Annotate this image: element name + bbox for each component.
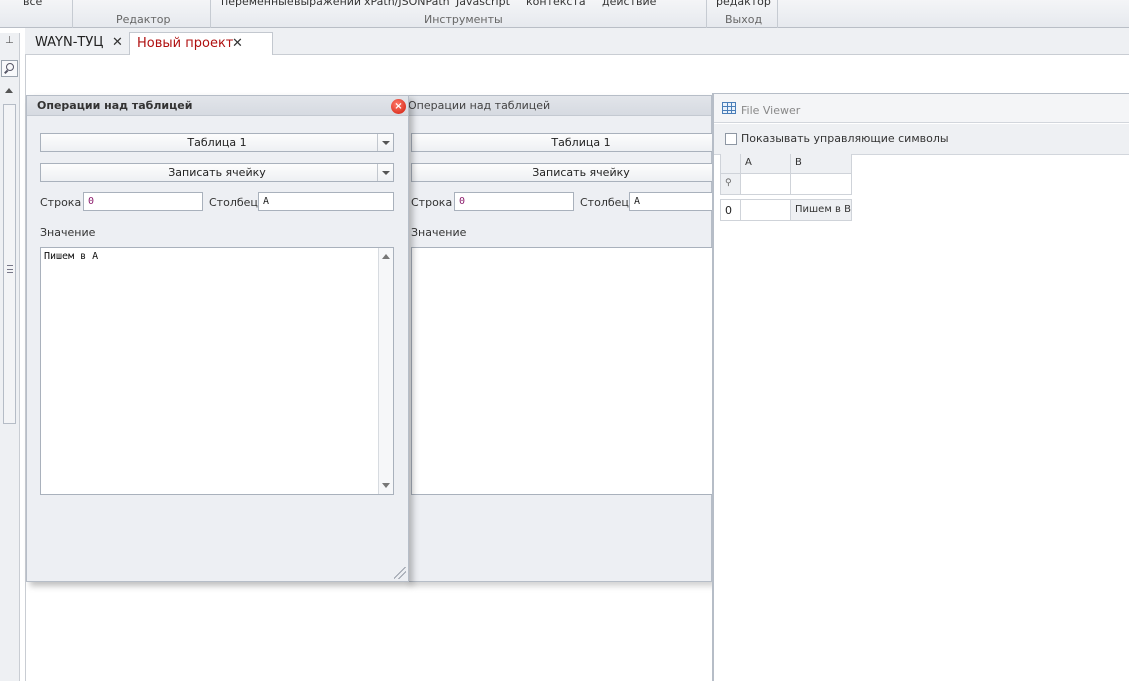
- value-textarea[interactable]: Пишем в А: [40, 247, 394, 495]
- chevron-down-icon[interactable]: [377, 134, 393, 151]
- textarea-scrollbar[interactable]: [378, 248, 393, 494]
- table-operations-panel-secondary[interactable]: Операции над таблицей Таблица 1 Записать…: [406, 95, 769, 582]
- ribbon-button-expressions[interactable]: выражений: [294, 0, 361, 8]
- scroll-grip-icon[interactable]: [7, 265, 13, 273]
- tab-label: Новый проект: [137, 36, 234, 51]
- grid-corner-cell: [720, 154, 741, 174]
- chevron-down-icon[interactable]: [377, 164, 393, 181]
- row-input[interactable]: 0: [83, 192, 203, 211]
- ribbon-group-tools: Инструменты: [424, 13, 503, 26]
- table-grid-icon: [722, 102, 736, 114]
- column-input[interactable]: A: [258, 192, 394, 211]
- show-control-chars-label[interactable]: Показывать управляющие символы: [741, 132, 949, 145]
- ribbon: все Редактор переменные выражений xPath/…: [0, 0, 1129, 28]
- file-viewer-title: File Viewer: [741, 104, 801, 117]
- action-select[interactable]: Записать ячейку: [411, 163, 751, 182]
- search-handle: [4, 69, 8, 74]
- search-icon[interactable]: [1, 60, 18, 77]
- scroll-up-icon[interactable]: [382, 254, 390, 259]
- row-label: Строка: [411, 196, 453, 209]
- ribbon-separator: [72, 0, 73, 28]
- panel-titlebar[interactable]: Операции над таблицей: [407, 96, 711, 116]
- table-select-value: Таблица 1: [187, 136, 247, 149]
- ribbon-button-xpath[interactable]: xPath/JSONPath: [364, 0, 450, 8]
- file-viewer-options: Показывать управляющие символы: [714, 124, 1129, 155]
- ribbon-group-exit: Выход: [725, 13, 763, 26]
- table-cell-b[interactable]: Пишем в B: [791, 199, 852, 221]
- tab-new-project[interactable]: Новый проект ✕: [129, 32, 273, 55]
- close-icon[interactable]: ✕: [112, 32, 123, 53]
- show-control-chars-checkbox[interactable]: [725, 133, 737, 145]
- column-label: Столбец: [580, 196, 629, 209]
- value-label: Значение: [411, 226, 467, 239]
- column-label: Столбец: [209, 196, 258, 209]
- action-select-value: Записать ячейку: [168, 166, 266, 179]
- scroll-up-icon[interactable]: [5, 88, 13, 93]
- panel-title: Операции над таблицей: [408, 99, 551, 112]
- scroll-down-icon[interactable]: [382, 483, 390, 488]
- ribbon-button-all[interactable]: все: [23, 0, 42, 8]
- close-icon[interactable]: ×: [391, 99, 406, 114]
- filter-row-icon[interactable]: ⚲: [720, 174, 741, 195]
- ribbon-separator: [210, 0, 211, 28]
- file-viewer-panel: File Viewer Показывать управляющие симво…: [712, 93, 1129, 681]
- action-select-value: Записать ячейку: [532, 166, 630, 179]
- ribbon-button-javascript[interactable]: Javascript: [456, 0, 510, 8]
- value-label: Значение: [40, 226, 96, 239]
- ribbon-separator: [706, 0, 707, 28]
- close-icon[interactable]: ✕: [232, 33, 243, 54]
- ribbon-group-editor: Редактор: [116, 13, 171, 26]
- row-input[interactable]: 0: [454, 192, 574, 211]
- ribbon-button-action[interactable]: действие: [602, 0, 656, 8]
- ribbon-button-editor[interactable]: редактор: [716, 0, 771, 8]
- resize-grip-icon[interactable]: [394, 567, 406, 579]
- panel-titlebar[interactable]: Операции над таблицей ×: [27, 96, 408, 116]
- ribbon-button-context[interactable]: контекста: [526, 0, 586, 8]
- filter-cell-a[interactable]: [741, 174, 791, 195]
- ribbon-button-variables[interactable]: переменные: [221, 0, 294, 8]
- file-viewer-header: File Viewer: [714, 94, 1129, 123]
- tab-label: WAYN-ТУЦ: [35, 35, 104, 50]
- column-header-b[interactable]: B: [791, 154, 852, 174]
- ribbon-separator: [777, 0, 778, 28]
- left-dock-strip: ⊥: [0, 33, 20, 681]
- panel-title: Операции над таблицей: [37, 99, 193, 112]
- action-select[interactable]: Записать ячейку: [40, 163, 394, 182]
- scroll-track[interactable]: [3, 104, 16, 424]
- left-scrollbar[interactable]: [3, 88, 16, 428]
- column-header-a[interactable]: A: [741, 154, 791, 174]
- value-textarea[interactable]: [411, 247, 751, 495]
- table-cell-a[interactable]: [741, 199, 791, 221]
- filter-cell-b[interactable]: [791, 174, 852, 195]
- row-label: Строка: [40, 196, 82, 209]
- table-select[interactable]: Таблица 1: [40, 133, 394, 152]
- value-text: Пишем в А: [44, 251, 99, 262]
- pin-icon[interactable]: ⊥: [5, 35, 14, 46]
- row-index-cell[interactable]: 0: [720, 199, 741, 221]
- document-tabbar: WAYN-ТУЦ ✕ Новый проект ✕: [25, 28, 1129, 55]
- table-select-value: Таблица 1: [551, 136, 611, 149]
- tab-wayn[interactable]: WAYN-ТУЦ ✕: [28, 32, 128, 55]
- table-operations-panel[interactable]: Операции над таблицей × Таблица 1 Записа…: [26, 95, 409, 582]
- table-select[interactable]: Таблица 1: [411, 133, 751, 152]
